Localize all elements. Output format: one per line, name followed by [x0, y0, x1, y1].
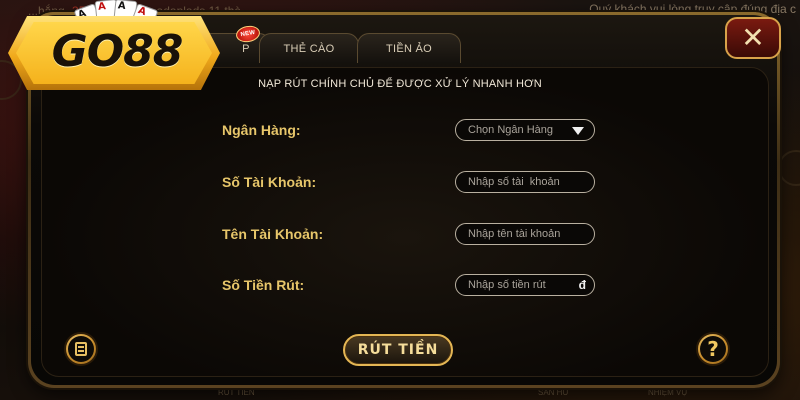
document-icon	[75, 342, 87, 356]
bottom-nav-missions[interactable]: NHIỆM VỤ	[648, 388, 687, 397]
tab-scratch-card[interactable]: THẺ CÀO	[259, 33, 359, 63]
tab-crypto[interactable]: TIỀN ẢO	[357, 33, 461, 63]
bank-select-value: Chọn Ngân Hàng	[468, 124, 554, 136]
amount-input[interactable]	[468, 279, 594, 291]
account-number-field[interactable]	[455, 171, 595, 193]
bottom-nav-withdraw[interactable]: RÚT TIỀN	[218, 388, 255, 397]
new-badge: NEW	[234, 24, 262, 44]
form-title: NẠP RÚT CHÍNH CHỦ ĐỂ ĐƯỢC XỬ LÝ NHANH HƠ…	[258, 78, 542, 90]
chevron-down-icon	[572, 127, 584, 135]
help-button[interactable]: ?	[696, 332, 730, 366]
tab-scratch-card-label: THẺ CÀO	[283, 42, 335, 55]
form-panel	[41, 67, 769, 377]
amount-field[interactable]: đ	[455, 274, 595, 296]
close-icon: ✕	[741, 21, 765, 54]
tab-bank-label: P	[242, 42, 250, 55]
amount-label: Số Tiền Rút:	[222, 277, 305, 293]
tab-crypto-label: TIỀN ẢO	[385, 42, 433, 55]
question-icon: ?	[707, 337, 719, 361]
bottom-nav-jackpot[interactable]: SĂN HŨ	[538, 388, 568, 397]
bank-select[interactable]: Chọn Ngân Hàng	[455, 119, 595, 141]
account-number-label: Số Tài Khoản:	[222, 174, 317, 190]
logo-text: GO88	[51, 26, 184, 77]
bank-label: Ngân Hàng:	[222, 122, 301, 138]
account-name-label: Tên Tài Khoản:	[222, 226, 324, 242]
account-name-field[interactable]	[455, 223, 595, 245]
currency-icon: đ	[578, 278, 586, 292]
history-button[interactable]	[64, 332, 98, 366]
account-name-input[interactable]	[468, 228, 594, 240]
withdraw-button[interactable]: RÚT TIỀN	[343, 334, 453, 366]
account-number-input[interactable]	[468, 176, 594, 188]
close-button[interactable]: ✕	[725, 17, 781, 59]
